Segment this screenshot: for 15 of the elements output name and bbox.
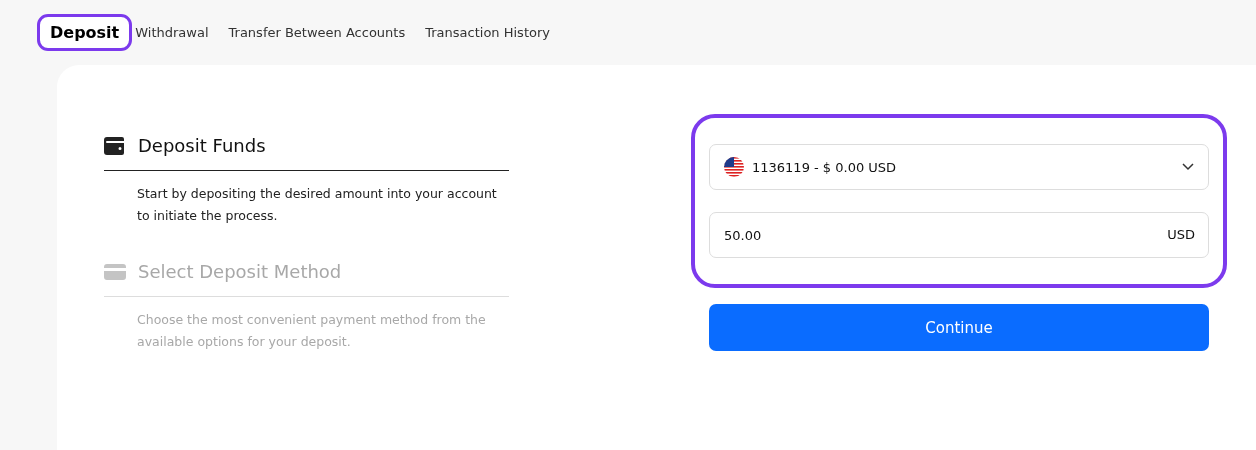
flag-icon <box>724 157 744 177</box>
tab[interactable]: Deposit <box>40 17 130 48</box>
tab[interactable]: Transfer Between Accounts <box>228 19 406 46</box>
step-title: Deposit Funds <box>138 135 266 156</box>
step-title: Select Deposit Method <box>138 261 342 282</box>
credit-card-icon <box>104 262 126 281</box>
step-description: Start by depositing the desired amount into your account to initiate the process. <box>137 185 498 225</box>
continue-button[interactable]: Continue <box>709 304 1209 351</box>
tab[interactable]: Withdrawal <box>135 19 209 46</box>
step-description: Choose the most convenient payment method from the available options for your deposit. <box>137 311 487 351</box>
tab[interactable]: Transaction History <box>425 19 550 46</box>
wallet-icon <box>104 135 126 156</box>
chevron-down-icon <box>1182 163 1194 171</box>
account-select[interactable]: 1136119 - $ 0.00 USD <box>709 144 1209 190</box>
currency-label: USD <box>1167 227 1195 242</box>
